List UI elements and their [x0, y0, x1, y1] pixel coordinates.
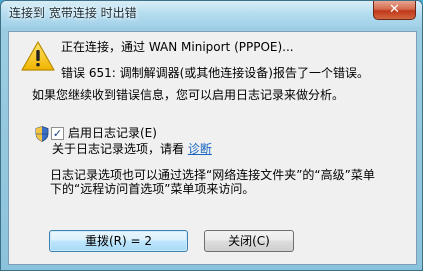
- logging-about-line: 关于日志记录选项，请看 诊断: [52, 141, 212, 157]
- window-title: 连接到 宽带连接 时出错: [9, 6, 137, 20]
- connecting-status-text: 正在连接，通过 WAN Miniport (PPPOE)...: [61, 40, 294, 54]
- close-button[interactable]: 关闭(C): [204, 230, 294, 252]
- redial-button[interactable]: 重拨(R) = 2: [49, 230, 188, 252]
- warning-icon: [21, 41, 55, 71]
- logging-hint-text: 如果您继续收到错误信息，您可以启用日志记录来做分析。: [32, 88, 345, 102]
- close-window-button[interactable]: ✕: [373, 1, 416, 20]
- logging-description-line-2: 下的“远程访问首选项”菜单项来访问。: [50, 182, 255, 196]
- shield-icon: [35, 126, 49, 142]
- logging-about-text: 关于日志记录选项，请看: [52, 142, 185, 156]
- enable-logging-label[interactable]: 启用日志记录(E): [68, 125, 157, 141]
- title-bar[interactable]: 连接到 宽带连接 时出错 ✕: [1, 1, 422, 27]
- error-dialog-window: 连接到 宽带连接 时出错 ✕ 正在连接，通过 WAN Miniport (PPP…: [0, 0, 423, 271]
- dialog-body: 正在连接，通过 WAN Miniport (PPPOE)... 错误 651: …: [8, 31, 417, 265]
- error-message-text: 错误 651: 调制解调器(或其他连接设备)报告了一个错误。: [61, 66, 369, 80]
- diagnostics-link[interactable]: 诊断: [188, 142, 212, 156]
- enable-logging-checkbox[interactable]: ✓: [51, 127, 64, 140]
